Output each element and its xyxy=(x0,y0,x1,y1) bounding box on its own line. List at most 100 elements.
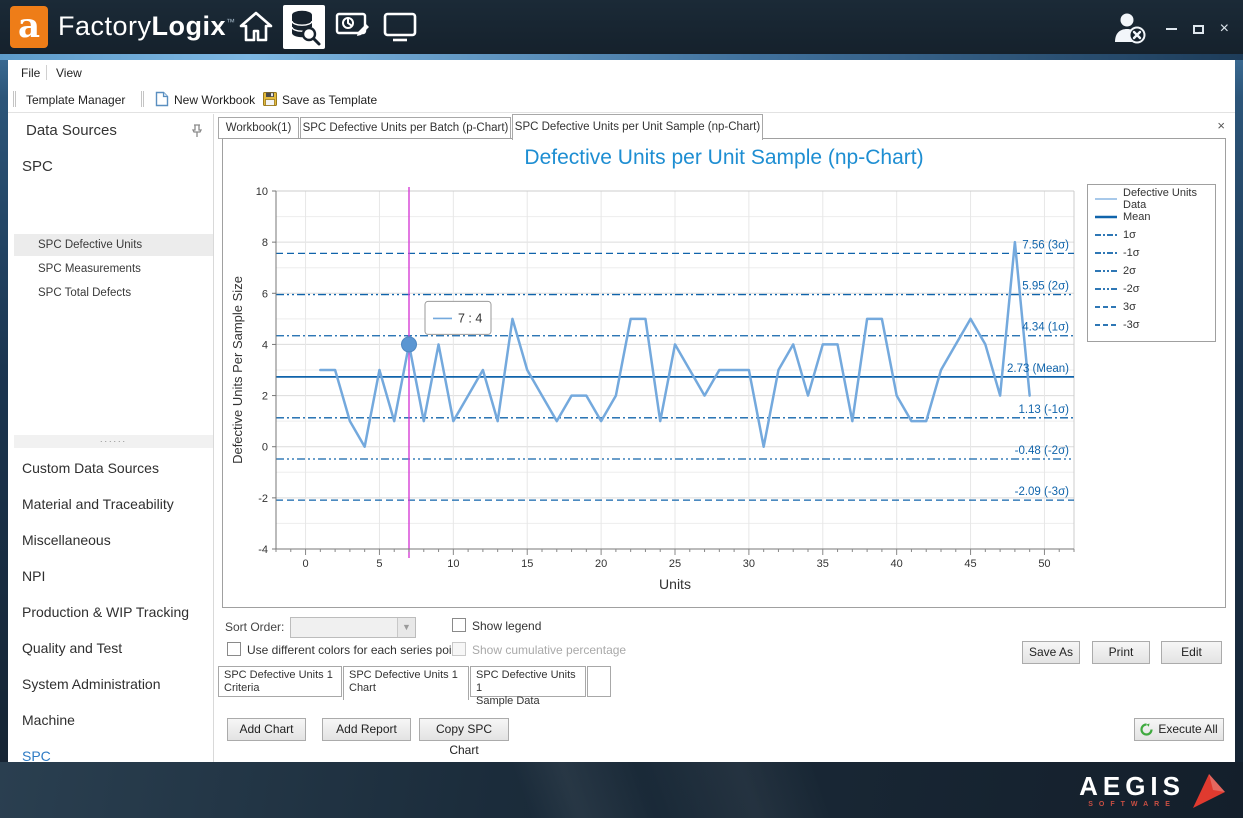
legend-item-defective-units-data: Defective Units Data xyxy=(1094,190,1215,208)
legend-line-sample xyxy=(1094,284,1118,294)
chart-title: Defective Units per Unit Sample (np-Char… xyxy=(223,146,1225,170)
chart-legend: Defective Units DataMean1σ-1σ2σ-2σ3σ-3σ xyxy=(1087,184,1216,342)
legend-label: -1σ xyxy=(1123,247,1140,259)
y-tick-label: 10 xyxy=(256,186,268,198)
add-chart-button[interactable]: Add Chart xyxy=(227,718,306,741)
workbook-tab-1[interactable]: SPC Defective Units per Batch (p-Chart) xyxy=(300,117,511,139)
menu-file[interactable]: File xyxy=(21,66,40,80)
aegis-wordmark: AEGIS xyxy=(1079,773,1185,799)
legend-item--1σ: -1σ xyxy=(1094,244,1215,262)
sidebar-item-spc-total-defects[interactable]: SPC Total Defects xyxy=(14,282,213,304)
monitor-icon[interactable] xyxy=(382,10,418,44)
execute-all-button[interactable]: Execute All xyxy=(1134,718,1224,741)
window-minimize-button[interactable] xyxy=(1166,28,1177,30)
legend-label: -2σ xyxy=(1123,283,1140,295)
legend-item-1σ: 1σ xyxy=(1094,226,1215,244)
legend-line-sample xyxy=(1094,320,1118,330)
edit-button[interactable]: Edit xyxy=(1161,641,1222,664)
legend-line-sample xyxy=(1094,266,1118,276)
show-legend-checkbox[interactable] xyxy=(452,618,466,632)
close-tab-icon[interactable]: × xyxy=(1217,118,1225,133)
panel-title: Data Sources xyxy=(26,122,117,139)
sidebar-category-material-and-traceability[interactable]: Material and Traceability xyxy=(22,496,174,512)
brand-name: FactoryLogix™ xyxy=(58,11,236,42)
new-workbook-button[interactable]: New Workbook xyxy=(174,93,255,107)
sub-tab-chart[interactable]: SPC Defective Units 1Chart xyxy=(343,666,469,700)
control-line-label: 5.95 (2σ) xyxy=(1022,281,1069,293)
sub-tab-criteria[interactable]: SPC Defective Units 1Criteria xyxy=(218,666,342,697)
sub-tab-line1: SPC Defective Units 1 xyxy=(224,669,336,682)
user-logout-icon[interactable] xyxy=(1112,12,1148,49)
toolbar-grip xyxy=(13,91,16,107)
chart-panel: Defective Units per Unit Sample (np-Char… xyxy=(222,138,1226,608)
y-axis-title: Defective Units Per Sample Size xyxy=(230,276,245,464)
home-icon[interactable] xyxy=(238,10,274,44)
x-tick-label: 30 xyxy=(743,558,755,570)
sub-tab-line1: SPC Defective Units 1 xyxy=(349,669,463,682)
data-sources-panel: Data Sources SPC SPC Defective UnitsSPC … xyxy=(14,114,213,762)
menu-bar: File View xyxy=(8,60,1235,86)
presentation-icon[interactable] xyxy=(334,10,370,44)
y-tick-label: -2 xyxy=(258,493,268,505)
sort-order-select[interactable]: ▼ xyxy=(290,617,416,638)
x-tick-label: 40 xyxy=(891,558,903,570)
legend-label: 1σ xyxy=(1123,229,1136,241)
menu-view[interactable]: View xyxy=(56,66,82,80)
different-colors-checkbox[interactable] xyxy=(227,642,241,656)
sidebar-category-machine[interactable]: Machine xyxy=(22,712,75,728)
chart-tooltip: 7 : 4 xyxy=(425,301,491,334)
window-maximize-button[interactable] xyxy=(1193,25,1204,34)
y-tick-label: 6 xyxy=(262,288,268,300)
sidebar-category-quality-and-test[interactable]: Quality and Test xyxy=(22,640,122,656)
window-close-button[interactable]: × xyxy=(1220,24,1229,34)
sub-tab-stub xyxy=(587,666,611,697)
panel-splitter[interactable]: ...... xyxy=(14,435,213,448)
execute-refresh-icon xyxy=(1140,722,1153,743)
different-colors-label: Use different colors for each series poi… xyxy=(247,643,462,657)
legend-label: Mean xyxy=(1123,211,1151,223)
sidebar-item-spc-defective-units[interactable]: SPC Defective Units xyxy=(14,234,213,256)
pin-icon[interactable] xyxy=(191,124,203,138)
aegis-arrow-icon xyxy=(1191,770,1227,810)
sidebar-category-npi[interactable]: NPI xyxy=(22,568,45,584)
save-as-template-button[interactable]: Save as Template xyxy=(282,93,377,107)
sidebar-category-custom-data-sources[interactable]: Custom Data Sources xyxy=(22,460,159,476)
chevron-down-icon[interactable]: ▼ xyxy=(397,618,415,637)
sub-tab-sample-data[interactable]: SPC Defective Units 1Sample Data xyxy=(470,666,586,697)
sidebar-category-production-wip-tracking[interactable]: Production & WIP Tracking xyxy=(22,604,189,620)
legend-line-sample xyxy=(1094,230,1118,240)
np-chart[interactable]: 7.56 (3σ)5.95 (2σ)4.34 (1σ)2.73 (Mean)1.… xyxy=(228,184,1080,596)
y-tick-label: -4 xyxy=(258,544,268,556)
aegis-subtitle: SOFTWARE xyxy=(1079,801,1185,808)
sub-tab-line2: Criteria xyxy=(224,682,336,695)
print-button[interactable]: Print xyxy=(1092,641,1150,664)
legend-label: 3σ xyxy=(1123,301,1136,313)
sub-tab-line2: Sample Data xyxy=(476,695,580,708)
copy-spc-chart-button[interactable]: Copy SPC Chart xyxy=(419,718,509,741)
legend-line-sample xyxy=(1094,302,1118,312)
main-window: File View Template Manager New Workbook … xyxy=(8,60,1235,762)
toolbar: Template Manager New Workbook Save as Te… xyxy=(8,86,1235,113)
sort-order-label: Sort Order: xyxy=(225,620,284,634)
legend-line-sample xyxy=(1094,194,1118,204)
add-report-button[interactable]: Add Report xyxy=(322,718,411,741)
legend-item-2σ: 2σ xyxy=(1094,262,1215,280)
data-analysis-active-tab[interactable] xyxy=(283,5,325,49)
selected-point-marker[interactable] xyxy=(402,337,417,352)
sidebar-item-spc-measurements[interactable]: SPC Measurements xyxy=(14,258,213,280)
x-tick-label: 15 xyxy=(521,558,533,570)
sidebar-category-system-administration[interactable]: System Administration xyxy=(22,676,161,692)
workbook-tab-0[interactable]: Workbook(1) xyxy=(218,117,299,139)
save-as-button[interactable]: Save As xyxy=(1022,641,1080,664)
sub-tab-line1: SPC Defective Units 1 xyxy=(476,669,580,695)
workbook-tab-2[interactable]: SPC Defective Units per Unit Sample (np-… xyxy=(512,114,763,140)
control-line-label: 7.56 (3σ) xyxy=(1022,239,1069,251)
template-manager-button[interactable]: Template Manager xyxy=(26,93,125,107)
control-line-label: 2.73 (Mean) xyxy=(1007,363,1069,375)
sidebar-category-miscellaneous[interactable]: Miscellaneous xyxy=(22,532,111,548)
legend-label: Defective Units Data xyxy=(1123,187,1215,211)
new-workbook-icon xyxy=(154,91,170,107)
legend-item--2σ: -2σ xyxy=(1094,280,1215,298)
control-line-label: 4.34 (1σ) xyxy=(1022,322,1069,334)
menu-separator xyxy=(46,65,47,80)
